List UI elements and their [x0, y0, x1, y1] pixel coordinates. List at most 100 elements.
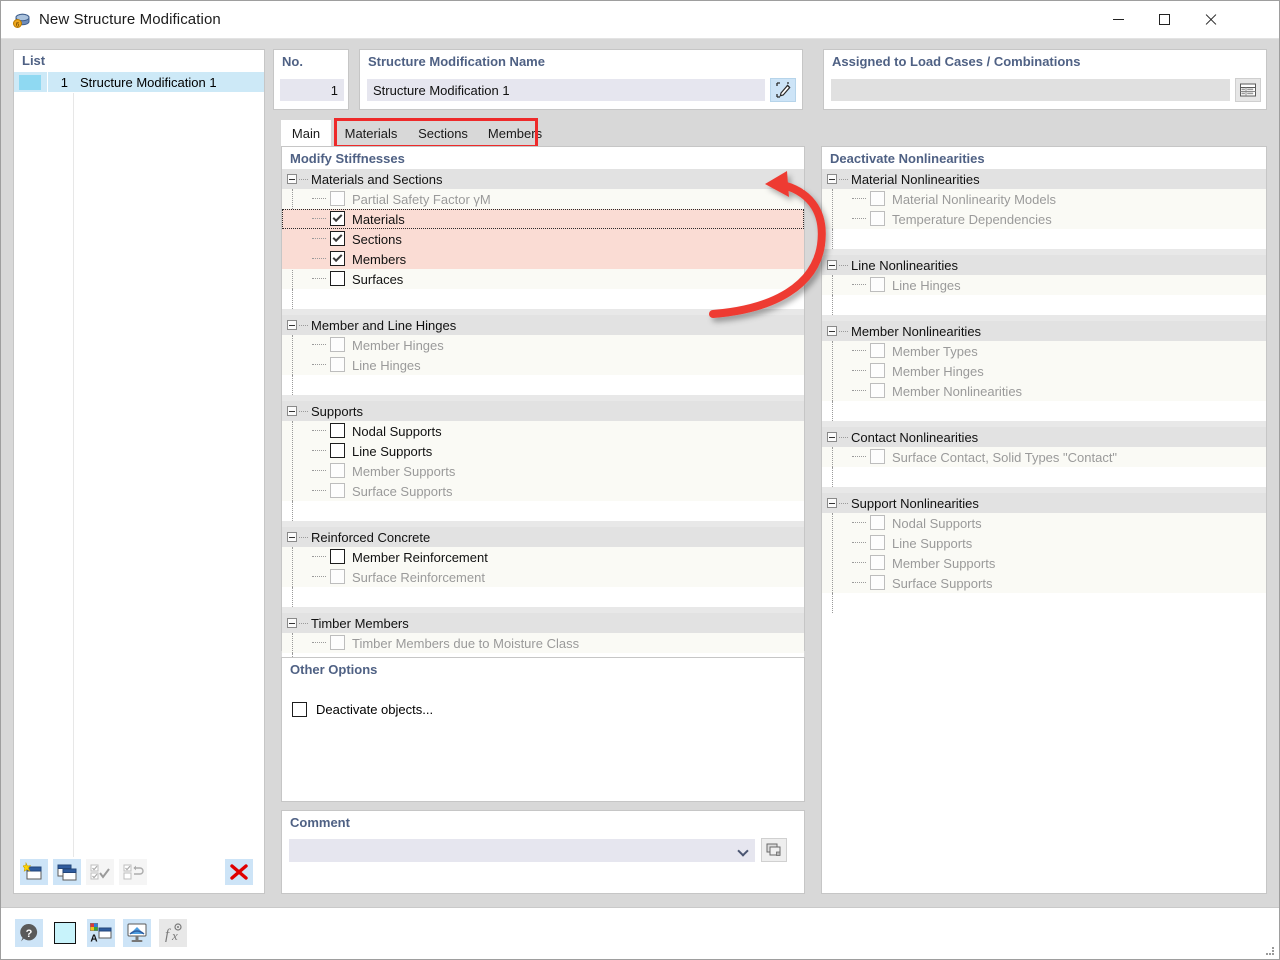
- tree-connector: [852, 522, 866, 523]
- tree-connector: [852, 370, 866, 371]
- tree-group-header[interactable]: Contact Nonlinearities: [822, 427, 1266, 447]
- tree-item-label: Temperature Dependencies: [822, 212, 1052, 227]
- invert-selection-button: [119, 859, 147, 885]
- other-options-panel: Other Options Deactivate objects...: [281, 657, 805, 802]
- tree-vertical-line: [292, 587, 293, 607]
- deactivate-nonlinearities-title: Deactivate Nonlinearities: [822, 147, 1266, 169]
- tree-connector: [312, 344, 326, 345]
- rendering-button[interactable]: [123, 919, 151, 947]
- deactivate-objects-row[interactable]: Deactivate objects...: [292, 702, 433, 717]
- tree-item: Nodal Supports: [822, 513, 1266, 533]
- tree-item-label: Line Supports: [822, 536, 972, 551]
- tree-item-checkbox[interactable]: [330, 271, 345, 286]
- check-icon: [333, 212, 343, 222]
- help-button[interactable]: ?: [15, 919, 43, 947]
- chevron-down-icon[interactable]: [737, 845, 748, 856]
- tree-connector: [312, 450, 326, 451]
- assigned-input[interactable]: [831, 79, 1230, 101]
- tree-item[interactable]: Nodal Supports: [282, 421, 804, 441]
- tree-item-checkbox[interactable]: [330, 423, 345, 438]
- tab-main-label: Main: [292, 126, 320, 141]
- tree-item-checkbox[interactable]: [330, 443, 345, 458]
- tree-group-header[interactable]: Member and Line Hinges: [282, 315, 804, 335]
- deactivate-objects-checkbox[interactable]: [292, 702, 307, 717]
- comment-combobox[interactable]: [289, 839, 755, 862]
- tab-main[interactable]: Main: [281, 120, 331, 146]
- tree-group-body: Material Nonlinearity Models Temperature …: [822, 189, 1266, 229]
- collapse-icon[interactable]: [827, 432, 837, 442]
- collapse-icon[interactable]: [287, 320, 297, 330]
- tree-item[interactable]: Surfaces: [282, 269, 804, 289]
- new-item-button[interactable]: [20, 859, 48, 885]
- tree-item[interactable]: Line Supports: [282, 441, 804, 461]
- collapse-icon[interactable]: [287, 406, 297, 416]
- tree-group-spacer: [282, 587, 804, 607]
- tree-item-label: Surface Contact, Solid Types "Contact": [822, 450, 1117, 465]
- tree-group-header[interactable]: Support Nonlinearities: [822, 493, 1266, 513]
- maximize-button[interactable]: [1141, 1, 1187, 38]
- tree-item[interactable]: Materials: [282, 209, 804, 229]
- tree-item[interactable]: Members: [282, 249, 804, 269]
- collapse-icon[interactable]: [287, 618, 297, 628]
- tree-connector: [852, 562, 866, 563]
- tree-item-label: Member Types: [822, 344, 978, 359]
- list-item-number: 1: [47, 72, 73, 93]
- tab-sections[interactable]: Sections: [409, 120, 477, 146]
- collapse-icon[interactable]: [827, 174, 837, 184]
- tree-item: Timber Members due to Moisture Class: [282, 633, 804, 653]
- color-swatch-button[interactable]: [51, 919, 79, 947]
- tree-item: Material Nonlinearity Models: [822, 189, 1266, 209]
- tree-group-header[interactable]: Member Nonlinearities: [822, 321, 1266, 341]
- tree-group-header[interactable]: Materials and Sections: [282, 169, 804, 189]
- tree-group-header[interactable]: Line Nonlinearities: [822, 255, 1266, 275]
- collapse-icon[interactable]: [287, 174, 297, 184]
- collapse-icon[interactable]: [287, 532, 297, 542]
- tree-item-checkbox[interactable]: [330, 211, 345, 226]
- collapse-icon[interactable]: [827, 498, 837, 508]
- tab-members[interactable]: Members: [479, 120, 551, 146]
- number-label: No.: [274, 50, 348, 69]
- display-properties-button[interactable]: A: [87, 919, 115, 947]
- tab-materials-label: Materials: [345, 126, 398, 141]
- tree-item-checkbox: [330, 483, 345, 498]
- list-item[interactable]: 1Structure Modification 1: [14, 72, 264, 93]
- tree-group-label: Member and Line Hinges: [282, 318, 456, 333]
- tab-materials[interactable]: Materials: [335, 120, 407, 146]
- tree-group-header[interactable]: Reinforced Concrete: [282, 527, 804, 547]
- close-icon: [1204, 13, 1217, 26]
- tree-item-checkbox[interactable]: [330, 231, 345, 246]
- tree-item-label: Line Hinges: [822, 278, 961, 293]
- name-label: Structure Modification Name: [360, 50, 802, 69]
- tree-item[interactable]: Member Reinforcement: [282, 547, 804, 567]
- tree-item: Member Hinges: [822, 361, 1266, 381]
- close-button[interactable]: [1187, 1, 1233, 38]
- tree-item[interactable]: Sections: [282, 229, 804, 249]
- tree-item-checkbox[interactable]: [330, 549, 345, 564]
- minimize-button[interactable]: [1095, 1, 1141, 38]
- tree-group-header[interactable]: Material Nonlinearities: [822, 169, 1266, 189]
- tree-item-checkbox: [870, 277, 885, 292]
- tree-item-checkbox: [870, 383, 885, 398]
- comment-input[interactable]: [289, 840, 739, 861]
- tree-item-label: Timber Members due to Moisture Class: [282, 636, 579, 651]
- delete-item-button[interactable]: [225, 859, 253, 885]
- tree-item-checkbox[interactable]: [330, 251, 345, 266]
- tree-group-body: Timber Members due to Moisture Class: [282, 633, 804, 653]
- collapse-icon[interactable]: [827, 326, 837, 336]
- tree-vertical-line: [832, 401, 833, 421]
- table-picker-icon[interactable]: [1235, 78, 1261, 102]
- minimize-icon: [1113, 19, 1124, 20]
- comment-library-icon[interactable]: [761, 838, 787, 862]
- maximize-icon: [1159, 14, 1170, 25]
- tree-connector: [312, 364, 326, 365]
- resize-grip[interactable]: [1265, 946, 1275, 956]
- tree-group-header[interactable]: Supports: [282, 401, 804, 421]
- number-input[interactable]: [280, 79, 344, 101]
- name-input[interactable]: [367, 79, 765, 101]
- collapse-icon[interactable]: [827, 260, 837, 270]
- tree-group-body: Line Hinges: [822, 275, 1266, 295]
- tree-group-body: Member HingesLine Hinges: [282, 335, 804, 375]
- copy-item-button[interactable]: [53, 859, 81, 885]
- tree-group-header[interactable]: Timber Members: [282, 613, 804, 633]
- edit-pencil-icon[interactable]: [770, 78, 796, 102]
